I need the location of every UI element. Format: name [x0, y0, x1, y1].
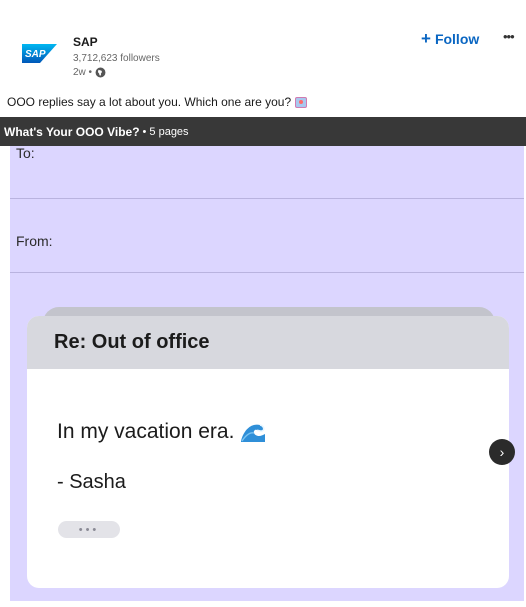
document-title-bar: What's Your OOO Vibe? • 5 pages: [0, 117, 526, 146]
post-age: 2w •: [73, 67, 93, 78]
post-text: OOO replies say a lot about you. Which o…: [7, 95, 308, 109]
card-message-text: In my vacation era.: [57, 420, 235, 443]
card-subject: Re: Out of office: [54, 331, 210, 353]
document-page-count: 5 pages: [149, 125, 189, 138]
post-header: SAP SAP 3,712,623 followers 2w • + Follo…: [0, 0, 526, 90]
document-title: What's Your OOO Vibe?: [4, 124, 140, 139]
card-message-line: In my vacation era.: [57, 420, 266, 444]
divider: [10, 198, 524, 199]
next-page-button[interactable]: ›: [489, 439, 515, 465]
to-label: To:: [16, 146, 35, 161]
document-viewer[interactable]: To: From: Re: Out of office In my vacati…: [10, 146, 524, 601]
card-header: Re: Out of office: [27, 316, 509, 369]
sap-logo[interactable]: SAP: [22, 44, 57, 63]
follower-count: 3,712,623 followers: [73, 53, 160, 64]
card-signature: - Sasha: [57, 471, 126, 493]
postcard-emoji-icon: [295, 96, 308, 108]
plus-icon: +: [421, 29, 431, 48]
follow-button[interactable]: + Follow: [421, 29, 480, 48]
divider: [10, 272, 524, 273]
message-card: Re: Out of office In my vacation era. - …: [27, 316, 509, 588]
post-text-body: OOO replies say a lot about you. Which o…: [7, 95, 292, 109]
globe-icon: [95, 67, 106, 78]
post-meta: 2w •: [73, 67, 106, 78]
svg-text:SAP: SAP: [25, 49, 46, 60]
typing-indicator: •••: [58, 521, 120, 538]
more-options-icon[interactable]: •••: [503, 29, 515, 44]
author-name[interactable]: SAP: [73, 35, 98, 49]
document-separator: •: [142, 125, 147, 138]
from-label: From:: [16, 233, 53, 249]
follow-label: Follow: [434, 31, 480, 47]
wave-emoji-icon: [241, 424, 266, 442]
